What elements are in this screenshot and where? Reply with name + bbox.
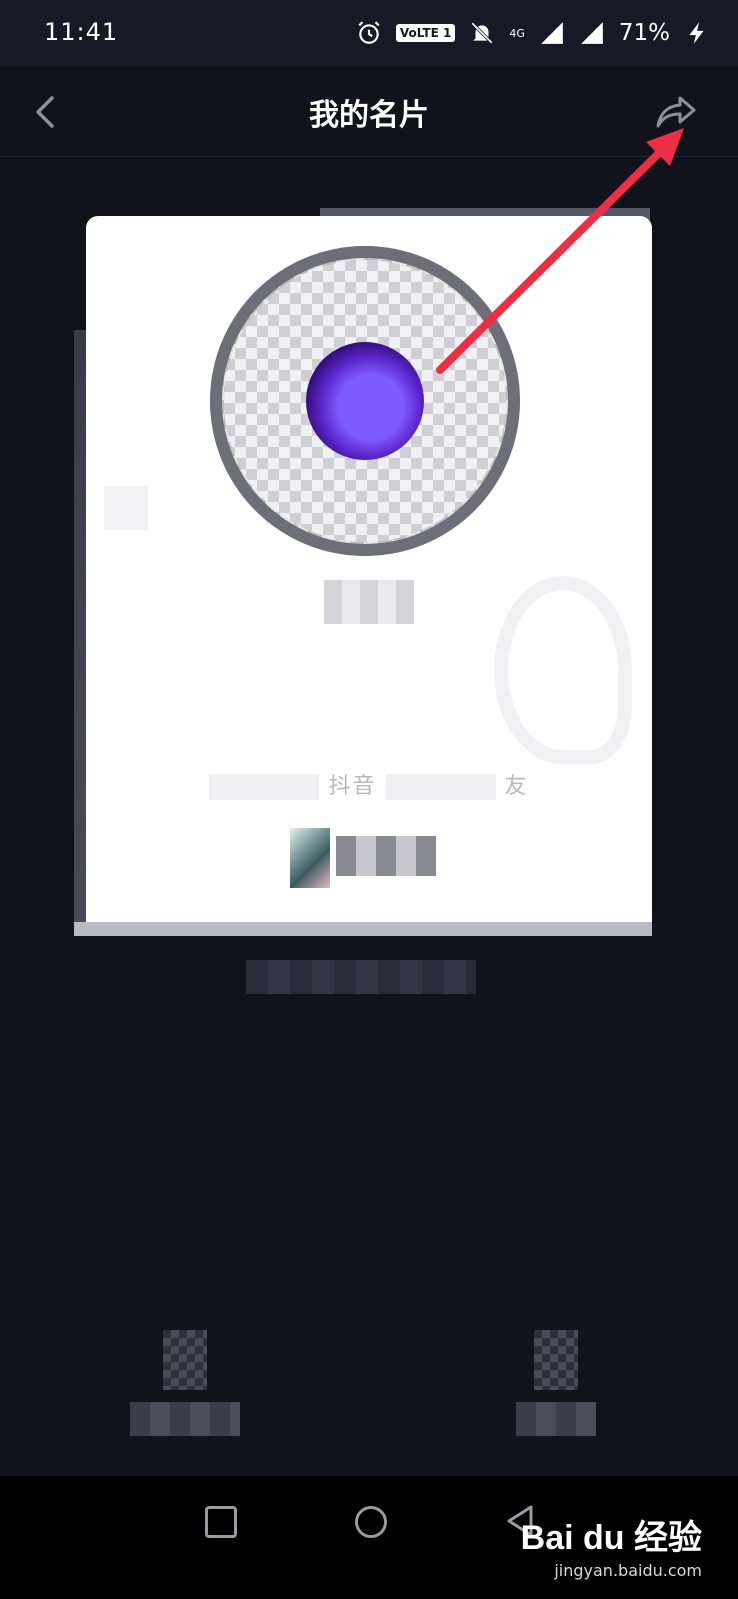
tiktok-logo-icon	[494, 576, 632, 764]
scan-icon	[163, 1330, 207, 1390]
invite-text-part1: 抖音	[328, 774, 377, 799]
status-bar: 11:41 VoLTE 1 4G 71%	[0, 0, 738, 66]
avatar	[210, 246, 520, 556]
add-icon	[104, 486, 148, 530]
invite-text: 抖音 友	[86, 768, 652, 800]
recents-icon[interactable]	[205, 1506, 237, 1538]
watermark-main: Bai du 经验	[520, 1519, 702, 1557]
battery-percent: 71%	[618, 20, 670, 46]
app-name-blurred	[336, 836, 436, 876]
status-time: 11:41	[44, 18, 119, 46]
save-label-blurred	[516, 1402, 596, 1436]
signal-icon	[541, 22, 563, 44]
page-title: 我的名片	[309, 98, 429, 133]
hint-text-blurred	[246, 960, 476, 994]
mute-icon	[471, 22, 494, 44]
invite-text-part2: 友	[504, 774, 529, 799]
signal-icon-2	[581, 22, 603, 44]
charging-icon	[689, 22, 704, 44]
home-icon[interactable]	[355, 1506, 387, 1538]
save-button[interactable]	[516, 1330, 596, 1460]
username-blurred	[324, 580, 414, 624]
volte-badge: VoLTE 1	[395, 24, 456, 42]
top-navigation: 我的名片	[0, 66, 738, 157]
save-icon	[534, 1330, 578, 1390]
scan-label-blurred	[130, 1402, 240, 1436]
baidu-watermark: Bai du 经验 jingyan.baidu.com	[521, 1510, 702, 1580]
alarm-icon	[358, 21, 380, 44]
blurred-text	[209, 774, 320, 800]
business-card[interactable]: 抖音 友	[86, 216, 652, 934]
card-shadow-bottom	[74, 922, 652, 936]
blurred-text-2	[385, 774, 496, 800]
app-logo-icon	[290, 828, 330, 888]
share-icon[interactable]	[654, 92, 698, 132]
network-label: 4G	[509, 26, 525, 40]
scan-button[interactable]	[130, 1330, 240, 1460]
watermark-sub: jingyan.baidu.com	[554, 1561, 702, 1580]
avatar-gem	[306, 342, 424, 460]
status-icons: VoLTE 1 4G 71%	[356, 16, 710, 50]
